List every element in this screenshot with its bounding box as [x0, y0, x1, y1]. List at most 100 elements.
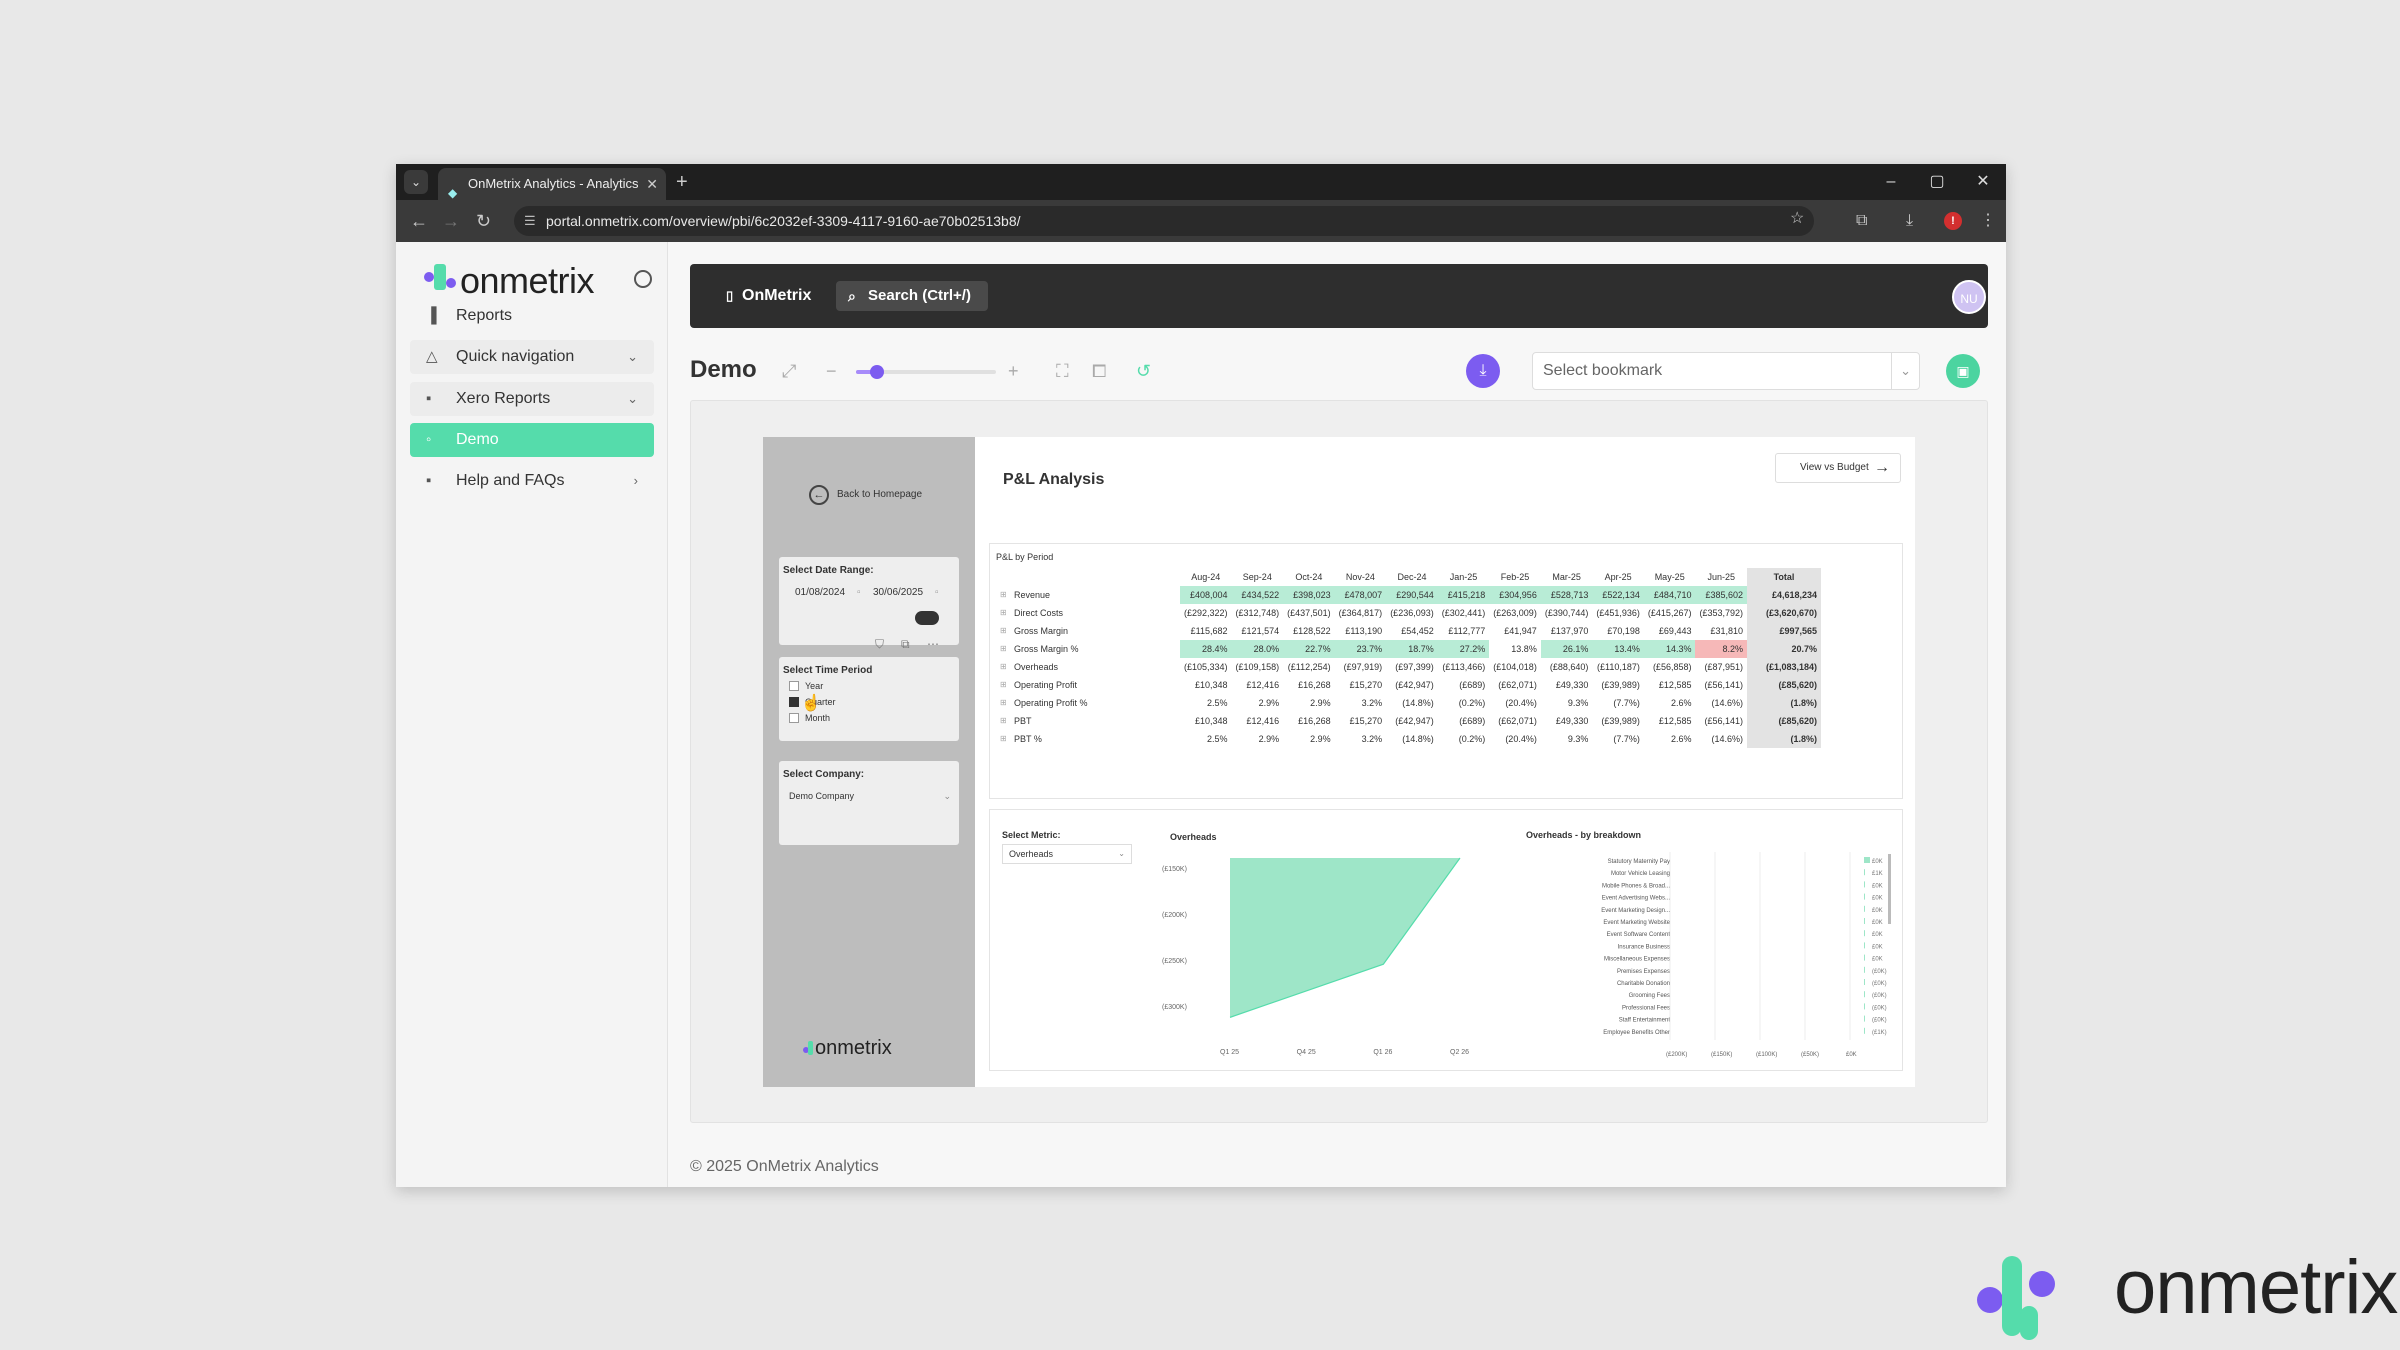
minimize-icon[interactable]: – [1868, 164, 1914, 200]
table-row[interactable]: Operating Profit £10,348 £12,416 £16,268 £15… [994, 676, 1822, 694]
column-header[interactable]: Oct-24 [1283, 568, 1335, 586]
date-range-label: Select Date Range: [783, 565, 874, 576]
table-row[interactable]: Operating Profit % 2.5% 2.9% 2.9% 3.2% (14.8%… [994, 694, 1822, 712]
focus-mode-icon[interactable]: ⧉ [901, 637, 910, 652]
table-row[interactable]: Gross Margin £115,682 £121,574 £128,522 £113… [994, 622, 1822, 640]
row-label: PBT [994, 712, 1180, 730]
zoom-out-icon[interactable]: − [826, 360, 837, 382]
year-checkbox[interactable] [789, 681, 799, 691]
download-button[interactable]: ⤓ [1466, 354, 1500, 388]
reload-icon[interactable]: ↻ [476, 209, 491, 233]
calendar-icon[interactable]: ▫ [857, 587, 861, 598]
forward-icon[interactable]: → [442, 209, 460, 233]
quarter-checkbox[interactable] [789, 697, 799, 707]
column-header[interactable]: Jun-25 [1695, 568, 1747, 586]
table-row[interactable]: Overheads (£105,334) (£109,158) (£112,254) (… [994, 658, 1822, 676]
table-cell: £137,970 [1550, 626, 1589, 636]
fullscreen-icon[interactable]: ⤢ [782, 360, 796, 382]
zoom-in-icon[interactable]: + [1008, 360, 1019, 382]
filter-icon[interactable]: ⛉ [875, 637, 884, 652]
sidebar-item-reports[interactable]: ▐ Reports [410, 299, 654, 333]
new-tab-icon[interactable]: + [676, 168, 688, 196]
save-bookmark-button[interactable]: ▣ [1946, 354, 1980, 388]
column-header[interactable]: Jan-25 [1438, 568, 1490, 586]
date-from-field[interactable]: 01/08/2024 [795, 587, 845, 598]
fit-page-icon[interactable]: ⛶ [1056, 360, 1069, 382]
table-cell: (£39,989) [1601, 680, 1640, 690]
table-row[interactable]: PBT % 2.5% 2.9% 2.9% 3.2% (14.8%) (0.2%) (20.4%… [994, 730, 1822, 748]
category-label: Motor Vehicle Leasing [1611, 871, 1670, 877]
breakdown-bar [1864, 905, 1865, 912]
column-header[interactable]: Nov-24 [1335, 568, 1387, 586]
zoom-slider-handle[interactable] [870, 365, 884, 379]
fit-width-icon[interactable]: ⧠ [1092, 360, 1106, 382]
table-cell: £484,710 [1643, 586, 1696, 604]
table-cell: (£451,936) [1596, 608, 1640, 618]
column-header[interactable]: Feb-25 [1489, 568, 1541, 586]
bookmark-star-icon[interactable]: ☆ [1790, 208, 1804, 230]
avatar[interactable]: NU [1952, 280, 1986, 314]
onmetrix-mark-icon [1977, 1256, 2055, 1340]
table-row[interactable]: Revenue£408,004£434,522£398,023£478,007£… [994, 586, 1822, 604]
settings-icon[interactable] [634, 270, 652, 288]
date-toggle[interactable] [915, 611, 939, 625]
url-field[interactable]: ☰ portal.onmetrix.com/overview/pbi/6c203… [514, 206, 1814, 236]
sidebar-item-help-and-faqs[interactable]: ▪ Help and FAQs › [410, 464, 654, 498]
category-label: Event Marketing Design... [1601, 908, 1670, 914]
downloads-icon[interactable]: ⤓ [1906, 210, 1913, 232]
column-header[interactable]: Dec-24 [1386, 568, 1438, 586]
table-row[interactable]: PBT £10,348 £12,416 £16,268 £15,270 (£42,947)… [994, 712, 1822, 730]
table-cell: £16,268 [1298, 716, 1331, 726]
grid-icon: ▪ [426, 472, 432, 489]
month-checkbox[interactable] [789, 713, 799, 723]
back-to-homepage-button[interactable]: ← Back to Homepage [809, 485, 922, 505]
table-row[interactable]: Gross Margin %28.4%28.0%22.7%23.7%18.7%2… [994, 640, 1822, 658]
table-cell: (£415,267) [1647, 608, 1692, 618]
sidebar-item-quick-navigation[interactable]: △ Quick navigation ⌄ [410, 340, 654, 374]
breakdown-bar [1864, 881, 1865, 888]
value-label: £0K [1872, 896, 1883, 902]
profile-alert-badge[interactable]: ! [1944, 212, 1962, 230]
menu-kebab-icon[interactable]: ⋮ [1980, 210, 1996, 232]
column-header[interactable]: Sep-24 [1232, 568, 1284, 586]
column-header[interactable]: Apr-25 [1592, 568, 1644, 586]
view-vs-budget-button[interactable]: View vs Budget → [1775, 453, 1901, 483]
metric-label: Select Metric: [1002, 830, 1061, 840]
category-label: Event Advertising Webs... [1602, 896, 1671, 902]
more-options-icon[interactable]: ⋯ [927, 637, 939, 651]
metric-select[interactable]: Overheads ⌄ [1002, 844, 1132, 864]
close-window-icon[interactable]: ✕ [1960, 164, 2006, 200]
bookmark-select[interactable]: Select bookmark ⌄ [1532, 352, 1920, 390]
calendar-icon[interactable]: ▫ [935, 587, 939, 598]
column-header[interactable]: May-25 [1644, 568, 1696, 586]
company-select[interactable]: Demo Company ⌄ [789, 791, 951, 801]
table-row[interactable]: Direct Costs (£292,322) (£312,748) (£437,50… [994, 604, 1822, 622]
table-cell: (£113,466) [1442, 662, 1486, 672]
sidebar-item-demo[interactable]: ◦ Demo [410, 423, 654, 457]
close-tab-icon[interactable]: ✕ [646, 168, 658, 200]
table-cell: (£39,989) [1601, 716, 1640, 726]
onmetrix-home-button[interactable]: ▯ OnMetrix [726, 284, 811, 308]
tab-search-chevron-icon[interactable]: ⌄ [404, 170, 428, 194]
sidebar-item-label: Reports [456, 307, 513, 324]
table-cell: £121,574 [1241, 626, 1280, 636]
maximize-icon[interactable]: ▢ [1914, 164, 1960, 200]
extensions-icon[interactable]: ⧉ [1856, 210, 1867, 232]
breakdown-bar [1864, 930, 1865, 937]
site-info-icon[interactable]: ☰ [524, 206, 536, 236]
zoom-slider[interactable] [856, 365, 996, 379]
sidebar-item-xero-reports[interactable]: ▪ Xero Reports ⌄ [410, 382, 654, 416]
back-icon[interactable]: ← [410, 209, 428, 233]
table-cell: £408,004 [1180, 586, 1232, 604]
table-cell: £10,348 [1195, 716, 1228, 726]
table-cell: (£87,951) [1704, 662, 1744, 672]
column-header[interactable]: Total [1747, 568, 1822, 586]
browser-tab[interactable]: ◆ OnMetrix Analytics - Analytics ✕ [438, 168, 666, 200]
table-cell: £528,713 [1540, 586, 1593, 604]
column-header[interactable]: Aug-24 [1180, 568, 1232, 586]
search-button[interactable]: ⌕ Search (Ctrl+/) [836, 281, 988, 311]
reset-icon[interactable]: ↺ [1136, 360, 1151, 382]
date-to-field[interactable]: 30/06/2025 [873, 587, 923, 598]
column-header[interactable]: Mar-25 [1541, 568, 1593, 586]
breakdown-bar [1864, 1027, 1865, 1034]
